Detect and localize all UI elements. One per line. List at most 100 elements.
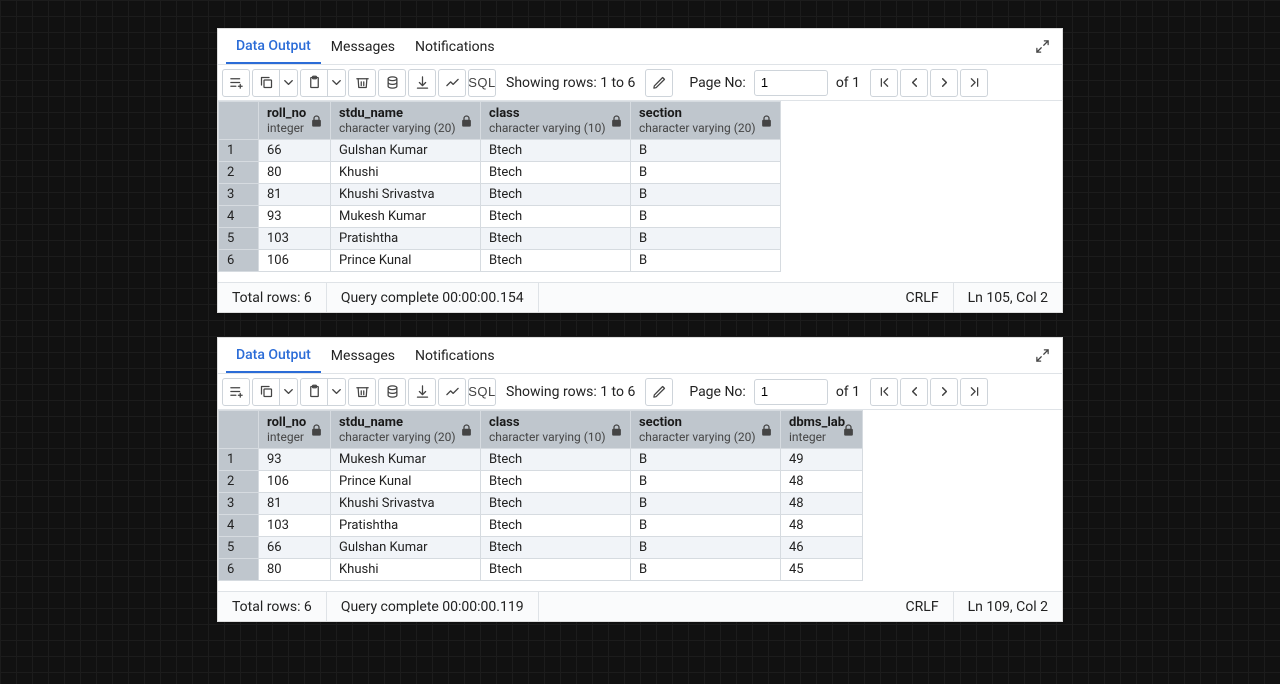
cell-stdu_name[interactable]: Mukesh Kumar bbox=[331, 206, 481, 228]
table-row[interactable]: 5 66Gulshan KumarBtechB46 bbox=[219, 537, 863, 559]
delete-button[interactable] bbox=[348, 69, 376, 97]
column-header-class[interactable]: class character varying (10) bbox=[481, 102, 631, 140]
cell-dbms_lab[interactable]: 48 bbox=[781, 471, 863, 493]
paste-button[interactable] bbox=[300, 69, 328, 97]
column-header-dbms_lab[interactable]: dbms_lab integer bbox=[781, 411, 863, 449]
prev-page-button[interactable] bbox=[900, 378, 928, 406]
next-page-button[interactable] bbox=[930, 378, 958, 406]
cell-roll_no[interactable]: 80 bbox=[259, 162, 331, 184]
cell-class[interactable]: Btech bbox=[481, 515, 631, 537]
cell-roll_no[interactable]: 103 bbox=[259, 515, 331, 537]
cell-dbms_lab[interactable]: 46 bbox=[781, 537, 863, 559]
cell-section[interactable]: B bbox=[631, 471, 781, 493]
cell-roll_no[interactable]: 93 bbox=[259, 206, 331, 228]
column-header-stdu_name[interactable]: stdu_name character varying (20) bbox=[331, 102, 481, 140]
cell-dbms_lab[interactable]: 48 bbox=[781, 493, 863, 515]
graph-button[interactable] bbox=[438, 378, 466, 406]
expand-button[interactable] bbox=[1030, 35, 1054, 59]
cell-roll_no[interactable]: 66 bbox=[259, 140, 331, 162]
save-data-button[interactable] bbox=[378, 69, 406, 97]
cell-section[interactable]: B bbox=[631, 250, 781, 272]
copy-dropdown[interactable] bbox=[280, 69, 298, 97]
cell-class[interactable]: Btech bbox=[481, 250, 631, 272]
cell-roll_no[interactable]: 66 bbox=[259, 537, 331, 559]
paste-dropdown[interactable] bbox=[328, 69, 346, 97]
column-header-stdu_name[interactable]: stdu_name character varying (20) bbox=[331, 411, 481, 449]
cell-section[interactable]: B bbox=[631, 228, 781, 250]
paste-dropdown[interactable] bbox=[328, 378, 346, 406]
table-row[interactable]: 4 103PratishthaBtechB48 bbox=[219, 515, 863, 537]
cell-roll_no[interactable]: 106 bbox=[259, 471, 331, 493]
table-row[interactable]: 2 106Prince KunalBtechB48 bbox=[219, 471, 863, 493]
cell-class[interactable]: Btech bbox=[481, 559, 631, 581]
cell-section[interactable]: B bbox=[631, 449, 781, 471]
cell-class[interactable]: Btech bbox=[481, 228, 631, 250]
cell-roll_no[interactable]: 81 bbox=[259, 493, 331, 515]
cell-stdu_name[interactable]: Mukesh Kumar bbox=[331, 449, 481, 471]
cell-dbms_lab[interactable]: 45 bbox=[781, 559, 863, 581]
prev-page-button[interactable] bbox=[900, 69, 928, 97]
table-row[interactable]: 3 81Khushi SrivastvaBtechB bbox=[219, 184, 781, 206]
tab-messages[interactable]: Messages bbox=[321, 338, 405, 373]
edit-button[interactable] bbox=[645, 378, 673, 406]
tab-messages[interactable]: Messages bbox=[321, 29, 405, 64]
edit-button[interactable] bbox=[645, 69, 673, 97]
cell-dbms_lab[interactable]: 49 bbox=[781, 449, 863, 471]
cell-section[interactable]: B bbox=[631, 162, 781, 184]
column-header-section[interactable]: section character varying (20) bbox=[631, 411, 781, 449]
table-row[interactable]: 5 103PratishthaBtechB bbox=[219, 228, 781, 250]
first-page-button[interactable] bbox=[870, 69, 898, 97]
cell-class[interactable]: Btech bbox=[481, 140, 631, 162]
expand-button[interactable] bbox=[1030, 344, 1054, 368]
tab-notifications[interactable]: Notifications bbox=[405, 29, 505, 64]
copy-dropdown[interactable] bbox=[280, 378, 298, 406]
cell-class[interactable]: Btech bbox=[481, 493, 631, 515]
cell-roll_no[interactable]: 81 bbox=[259, 184, 331, 206]
cell-class[interactable]: Btech bbox=[481, 449, 631, 471]
table-row[interactable]: 6 106Prince KunalBtechB bbox=[219, 250, 781, 272]
table-row[interactable]: 3 81Khushi SrivastvaBtechB48 bbox=[219, 493, 863, 515]
cell-section[interactable]: B bbox=[631, 537, 781, 559]
cell-class[interactable]: Btech bbox=[481, 471, 631, 493]
cell-section[interactable]: B bbox=[631, 515, 781, 537]
table-row[interactable]: 1 66Gulshan KumarBtechB bbox=[219, 140, 781, 162]
last-page-button[interactable] bbox=[960, 69, 988, 97]
sql-button[interactable]: SQL bbox=[468, 69, 496, 97]
next-page-button[interactable] bbox=[930, 69, 958, 97]
cell-stdu_name[interactable]: Gulshan Kumar bbox=[331, 537, 481, 559]
save-data-button[interactable] bbox=[378, 378, 406, 406]
cell-roll_no[interactable]: 106 bbox=[259, 250, 331, 272]
copy-button[interactable] bbox=[252, 378, 280, 406]
page-input[interactable] bbox=[754, 70, 828, 96]
cell-class[interactable]: Btech bbox=[481, 537, 631, 559]
table-row[interactable]: 2 80KhushiBtechB bbox=[219, 162, 781, 184]
table-row[interactable]: 4 93Mukesh KumarBtechB bbox=[219, 206, 781, 228]
cell-section[interactable]: B bbox=[631, 206, 781, 228]
graph-button[interactable] bbox=[438, 69, 466, 97]
cell-stdu_name[interactable]: Prince Kunal bbox=[331, 250, 481, 272]
column-header-class[interactable]: class character varying (10) bbox=[481, 411, 631, 449]
cell-roll_no[interactable]: 80 bbox=[259, 559, 331, 581]
cell-stdu_name[interactable]: Pratishtha bbox=[331, 228, 481, 250]
download-button[interactable] bbox=[408, 378, 436, 406]
cell-class[interactable]: Btech bbox=[481, 184, 631, 206]
paste-button[interactable] bbox=[300, 378, 328, 406]
delete-button[interactable] bbox=[348, 378, 376, 406]
sql-button[interactable]: SQL bbox=[468, 378, 496, 406]
cell-dbms_lab[interactable]: 48 bbox=[781, 515, 863, 537]
tab-notifications[interactable]: Notifications bbox=[405, 338, 505, 373]
cell-stdu_name[interactable]: Pratishtha bbox=[331, 515, 481, 537]
download-button[interactable] bbox=[408, 69, 436, 97]
add-row-button[interactable] bbox=[222, 378, 250, 406]
cell-stdu_name[interactable]: Khushi bbox=[331, 162, 481, 184]
copy-button[interactable] bbox=[252, 69, 280, 97]
last-page-button[interactable] bbox=[960, 378, 988, 406]
column-header-roll_no[interactable]: roll_no integer bbox=[259, 102, 331, 140]
cell-stdu_name[interactable]: Khushi bbox=[331, 559, 481, 581]
cell-stdu_name[interactable]: Gulshan Kumar bbox=[331, 140, 481, 162]
cell-roll_no[interactable]: 93 bbox=[259, 449, 331, 471]
tab-data output[interactable]: Data Output bbox=[226, 29, 321, 64]
cell-stdu_name[interactable]: Prince Kunal bbox=[331, 471, 481, 493]
cell-section[interactable]: B bbox=[631, 184, 781, 206]
first-page-button[interactable] bbox=[870, 378, 898, 406]
